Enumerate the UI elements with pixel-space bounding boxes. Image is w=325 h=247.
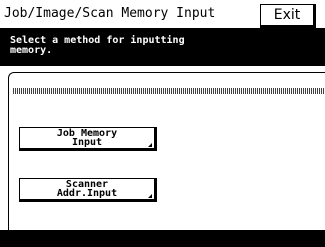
job-memory-input-button[interactable]: Job Memory Input [19,127,157,151]
footer-bar [0,230,325,247]
job-memory-input-label: Job Memory Input [56,128,118,148]
corner-marker-icon [148,194,152,198]
exit-button[interactable]: Exit [260,4,316,28]
options-panel [8,72,325,230]
screen-title: Job/Image/Scan Memory Input [4,6,216,21]
scanner-addr-input-label: Scanner Addr.Input [56,179,118,199]
scanner-addr-input-button[interactable]: Scanner Addr.Input [19,178,157,202]
instruction-message: Select a method for inputting memory. [10,35,185,56]
memory-input-screen: Job/Image/Scan Memory Input Exit Select … [0,0,325,247]
corner-marker-icon [148,143,152,147]
message-bar: Select a method for inputting memory. [0,28,325,66]
panel-divider [13,88,325,94]
